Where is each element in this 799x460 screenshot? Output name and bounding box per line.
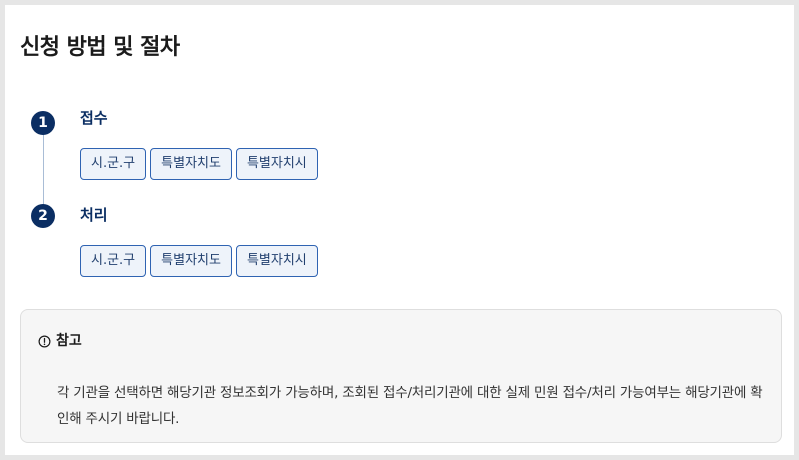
- reference-note-text: 각 기관을 선택하면 해당기관 정보조회가 가능하며, 조회된 접수/처리기관에…: [57, 385, 763, 427]
- step-2-tag-special-province[interactable]: 특별자치도: [150, 245, 232, 277]
- reference-note-title: 참고: [56, 333, 82, 349]
- step-2-title: 처리: [80, 206, 108, 224]
- step-2-tag-special-city[interactable]: 특별자치시: [235, 245, 318, 277]
- step-1-tag-special-province[interactable]: 특별자치도: [150, 148, 232, 180]
- step-2-agency-tags: 시.군.구 특별자치도 특별자치시: [80, 245, 318, 277]
- step-2-tag-si-gun-gu[interactable]: 시.군.구: [80, 245, 147, 277]
- reference-note-header: 참고: [38, 332, 82, 350]
- info-circle-icon: [38, 335, 51, 347]
- reference-note-box: 참고 각 기관을 선택하면 해당기관 정보조회가 가능하며, 조회된 접수/처리…: [20, 309, 782, 443]
- step-1-number-badge: 1: [31, 111, 55, 135]
- step-1-tag-si-gun-gu[interactable]: 시.군.구: [80, 148, 147, 180]
- step-1-tag-special-city[interactable]: 특별자치시: [235, 148, 318, 180]
- procedure-panel: 신청 방법 및 절차 1 접수 시.군.구 특별자치도 특별자치시 2 처리 시…: [5, 5, 794, 455]
- step-1-title: 접수: [80, 109, 108, 127]
- step-1-agency-tags: 시.군.구 특별자치도 특별자치시: [80, 148, 318, 180]
- step-2-number-badge: 2: [31, 204, 55, 228]
- procedure-steps: 1 접수 시.군.구 특별자치도 특별자치시 2 처리 시.군.구 특별자치도 …: [5, 5, 794, 305]
